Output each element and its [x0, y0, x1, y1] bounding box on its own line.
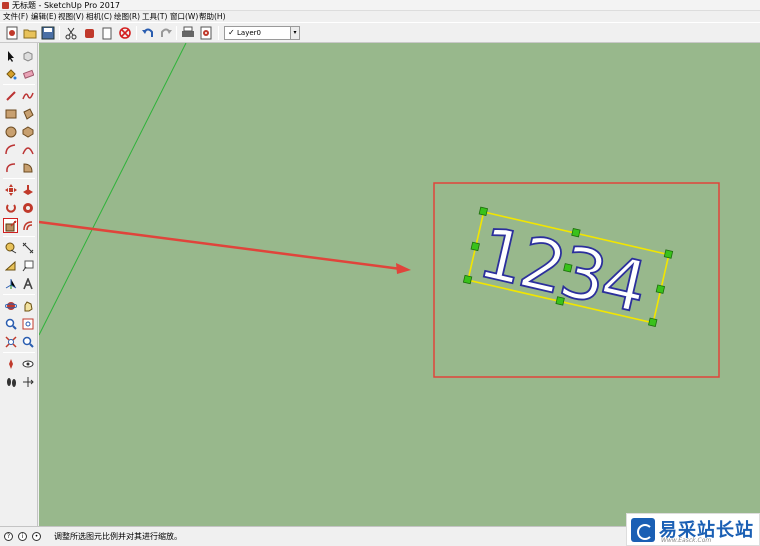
model-viewport[interactable]: 1234 [39, 43, 760, 526]
offset-icon[interactable] [20, 218, 35, 233]
annotation-arrow [39, 220, 411, 274]
eraser-icon[interactable] [20, 66, 35, 81]
push-pull-icon[interactable] [20, 182, 35, 197]
chevron-down-icon[interactable]: ▾ [290, 27, 299, 39]
dimension-icon[interactable] [20, 240, 35, 255]
title-bar: 无标题 - SketchUp Pro 2017 [0, 0, 760, 11]
rectangle-icon[interactable] [3, 106, 18, 121]
model-info-icon[interactable] [198, 25, 214, 41]
select-arrow-icon[interactable] [3, 48, 18, 63]
layer-visible-check: ✓ [228, 28, 235, 37]
move-icon[interactable] [3, 182, 18, 197]
green-axis-line [39, 43, 187, 336]
status-message: 调整所选图元比例并对其进行缩放。 [54, 532, 182, 541]
window-title: 无标题 - SketchUp Pro 2017 [12, 1, 120, 10]
three-point-arc-icon[interactable] [3, 160, 18, 175]
zoom-icon[interactable] [3, 316, 18, 331]
text-label-icon[interactable] [20, 258, 35, 273]
info-icon[interactable]: i [18, 532, 27, 541]
section-plane-icon[interactable] [20, 374, 35, 389]
menu-help[interactable]: 帮助(H) [199, 11, 226, 22]
watermark-logo-icon [631, 518, 655, 542]
scale-tool-icon[interactable] [3, 218, 18, 233]
position-camera-icon[interactable] [3, 356, 18, 371]
menu-camera[interactable]: 相机(C) [86, 11, 112, 22]
erase-icon[interactable] [117, 25, 133, 41]
standard-toolbar: ✓ Layer0 ▾ [0, 22, 760, 43]
tape-measure-icon[interactable] [3, 240, 18, 255]
layer-name: Layer0 [237, 29, 261, 37]
menu-file[interactable]: 文件(F) [3, 11, 28, 22]
selected-text-group: 1234 [462, 206, 674, 330]
component-icon[interactable] [20, 48, 35, 63]
walk-icon[interactable] [3, 374, 18, 389]
layer-dropdown[interactable]: ✓ Layer0 ▾ [224, 26, 300, 40]
polygon-icon[interactable] [20, 124, 35, 139]
menu-draw[interactable]: 绘图(R) [114, 11, 140, 22]
rotate-icon[interactable] [3, 200, 18, 215]
two-point-arc-icon[interactable] [20, 142, 35, 157]
menu-bar: 文件(F) 编辑(E) 视图(V) 相机(C) 绘图(R) 工具(T) 窗口(W… [0, 11, 760, 22]
axes-icon[interactable] [3, 276, 18, 291]
circle-icon[interactable] [3, 124, 18, 139]
new-file-icon[interactable] [4, 25, 20, 41]
watermark-url: Www.Easck.Com [661, 537, 712, 544]
pan-icon[interactable] [20, 298, 35, 313]
protractor-icon[interactable] [3, 258, 18, 273]
zoom-extents-icon[interactable] [3, 334, 18, 349]
look-around-icon[interactable] [20, 356, 35, 371]
help-icon[interactable]: ? [4, 532, 13, 541]
save-icon[interactable] [40, 25, 56, 41]
3d-text-icon[interactable] [20, 276, 35, 291]
user-icon[interactable]: • [32, 532, 41, 541]
redo-icon[interactable] [158, 25, 174, 41]
menu-tools[interactable]: 工具(T) [142, 11, 167, 22]
open-folder-icon[interactable] [22, 25, 38, 41]
paint-bucket-icon[interactable] [3, 66, 18, 81]
tool-palette [0, 43, 38, 526]
cut-icon[interactable] [63, 25, 79, 41]
freehand-icon[interactable] [20, 88, 35, 103]
arc-icon[interactable] [3, 142, 18, 157]
zoom-window-icon[interactable] [20, 316, 35, 331]
menu-view[interactable]: 视图(V) [58, 11, 84, 22]
previous-view-icon[interactable] [20, 334, 35, 349]
pie-icon[interactable] [20, 160, 35, 175]
text-1234: 1234 [472, 211, 652, 328]
copy-icon[interactable] [81, 25, 97, 41]
print-icon[interactable] [180, 25, 196, 41]
paste-icon[interactable] [99, 25, 115, 41]
site-watermark: 易采站长站 Www.Easck.Com [626, 513, 760, 546]
undo-icon[interactable] [140, 25, 156, 41]
sketchup-app-icon [2, 2, 9, 9]
line-pencil-icon[interactable] [3, 88, 18, 103]
menu-edit[interactable]: 编辑(E) [31, 11, 57, 22]
follow-me-icon[interactable] [20, 200, 35, 215]
rotated-rectangle-icon[interactable] [20, 106, 35, 121]
orbit-icon[interactable] [3, 298, 18, 313]
menu-window[interactable]: 窗口(W) [170, 11, 198, 22]
